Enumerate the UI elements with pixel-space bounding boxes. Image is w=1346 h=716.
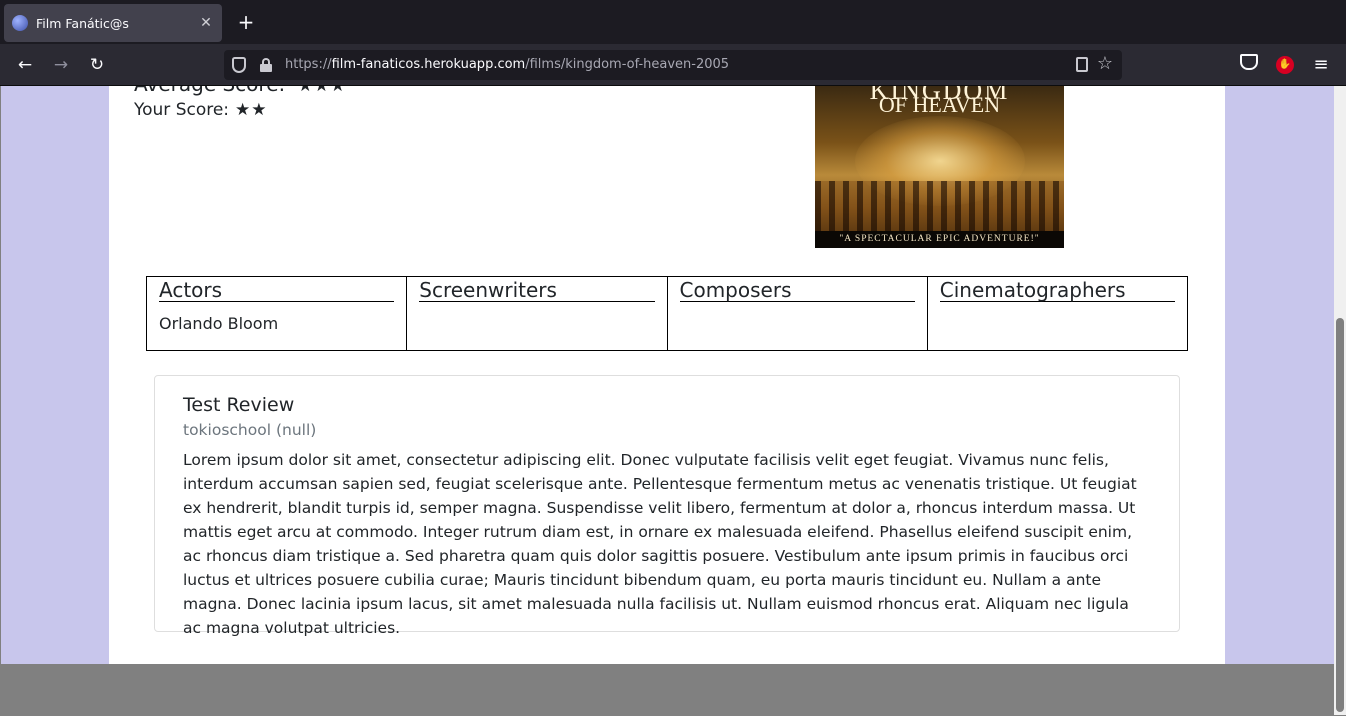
crew-heading-cinematographers: Cinematographers bbox=[939, 277, 1175, 302]
tab-bar: Film Fanátic@s ✕ + bbox=[0, 0, 1346, 44]
film-detail-card: Average Score: ★★★ Your Score: ★★ KINGDO… bbox=[109, 86, 1225, 664]
crew-heading-composers: Composers bbox=[679, 277, 915, 302]
page-scrollbar[interactable] bbox=[1334, 86, 1346, 715]
your-score-label: Your Score: bbox=[134, 100, 230, 120]
crew-column-cinematographers: Cinematographers bbox=[928, 277, 1187, 350]
reload-button[interactable]: ↻ bbox=[85, 53, 109, 77]
hamburger-menu-icon[interactable]: ≡ bbox=[1312, 53, 1330, 77]
average-score: Average Score: ★★★ bbox=[134, 86, 346, 96]
scrollbar-thumb[interactable] bbox=[1336, 318, 1344, 712]
new-tab-button[interactable]: + bbox=[234, 10, 258, 34]
crew-column-screenwriters: Screenwriters bbox=[407, 277, 668, 350]
review-author: tokioschool (null) bbox=[183, 421, 317, 439]
your-score: Your Score: ★★ bbox=[134, 100, 268, 120]
url-text[interactable]: https://film-fanaticos.herokuapp.com/fil… bbox=[285, 50, 729, 80]
review-title: Test Review bbox=[183, 394, 295, 416]
average-score-stars-icon: ★★★ bbox=[297, 86, 347, 96]
forward-button[interactable]: → bbox=[49, 53, 73, 77]
url-path: /films/kingdom-of-heaven-2005 bbox=[525, 57, 730, 72]
address-bar[interactable]: https://film-fanaticos.herokuapp.com/fil… bbox=[224, 50, 1122, 80]
crew-column-composers: Composers bbox=[668, 277, 928, 350]
poster-tagline: "A SPECTACULAR EPIC ADVENTURE!" bbox=[815, 231, 1064, 248]
browser-tab[interactable]: Film Fanátic@s ✕ bbox=[4, 4, 222, 42]
url-host: film-fanaticos.herokuapp.com bbox=[331, 57, 526, 72]
bookmark-star-icon[interactable]: ☆ bbox=[1094, 53, 1116, 75]
crew-heading-screenwriters: Screenwriters bbox=[419, 277, 655, 302]
ublock-extension-icon[interactable]: ✋ bbox=[1276, 56, 1294, 74]
site-favicon-icon bbox=[12, 15, 28, 31]
url-scheme: https:// bbox=[285, 57, 332, 72]
reader-view-icon[interactable] bbox=[1076, 57, 1088, 72]
page-background: Average Score: ★★★ Your Score: ★★ KINGDO… bbox=[1, 86, 1334, 664]
poster-title-line2: OF HEAVEN bbox=[878, 92, 1001, 117]
navigation-toolbar: ← → ↻ https://film-fanaticos.herokuapp.c… bbox=[0, 44, 1346, 86]
actor-item[interactable]: Orlando Bloom bbox=[159, 314, 394, 333]
pocket-icon[interactable] bbox=[1240, 54, 1258, 70]
your-score-stars-icon[interactable]: ★★ bbox=[235, 100, 267, 120]
average-score-label: Average Score: bbox=[134, 86, 285, 96]
back-button[interactable]: ← bbox=[13, 53, 37, 77]
crew-table: Actors Orlando Bloom Screenwriters Compo… bbox=[146, 276, 1188, 351]
review-card: Test Review tokioschool (null) Lorem ips… bbox=[154, 375, 1180, 637]
crew-column-actors: Actors Orlando Bloom bbox=[147, 277, 408, 350]
tab-title: Film Fanátic@s bbox=[36, 15, 129, 31]
review-body: Lorem ipsum dolor sit amet, consectetur … bbox=[183, 451, 1137, 637]
close-tab-icon[interactable]: ✕ bbox=[198, 15, 214, 31]
film-poster: KINGDOM OF HEAVEN "A SPECTACULAR EPIC AD… bbox=[815, 86, 1064, 248]
lock-icon[interactable] bbox=[260, 58, 272, 72]
page-viewport: Average Score: ★★★ Your Score: ★★ KINGDO… bbox=[1, 86, 1334, 715]
crew-heading-actors: Actors bbox=[159, 277, 395, 302]
tracking-protection-shield-icon[interactable] bbox=[232, 57, 246, 73]
